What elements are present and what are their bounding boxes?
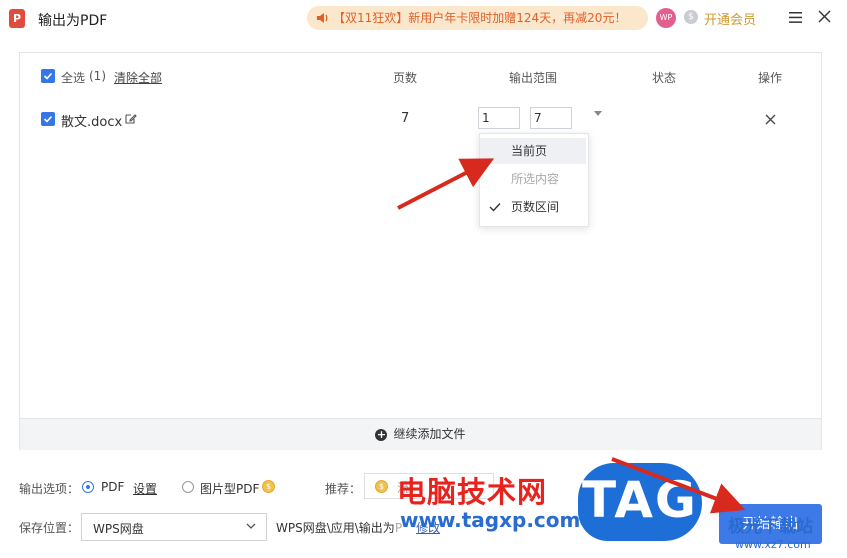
speaker-icon xyxy=(317,13,328,23)
corner-watermark-url: www.xz7.com xyxy=(735,538,811,551)
file-row-checkbox[interactable] xyxy=(41,112,55,126)
window-title: 输出为PDF xyxy=(38,13,108,29)
save-location-select[interactable]: WPS网盘 xyxy=(81,513,267,541)
select-all-checkbox[interactable] xyxy=(41,69,55,83)
dropdown-item-selection: 所选内容 xyxy=(511,172,560,186)
range-dropdown-menu: 当前页 所选内容 页数区间 xyxy=(479,133,589,227)
radio-pdf[interactable] xyxy=(82,481,94,493)
checkmark-icon xyxy=(43,72,53,80)
column-header-pages: 页数 xyxy=(393,71,418,85)
close-icon[interactable] xyxy=(818,10,831,23)
save-location-value: WPS网盘 xyxy=(93,522,144,536)
output-options-label: 输出选项： xyxy=(19,482,80,496)
title-bar: P 输出为PDF 【双11狂欢】新用户年卡限时加赠124天，再减20元！ WP … xyxy=(0,0,847,38)
range-to-input[interactable]: 7 xyxy=(530,107,572,129)
add-more-files-button[interactable]: + 继续添加文件 xyxy=(20,418,821,450)
watermark-text: 电脑技术网 xyxy=(397,475,548,509)
promo-text: 【双11狂欢】新用户年卡限时加赠124天，再减20元！ xyxy=(333,11,627,25)
select-all-count: (1) xyxy=(89,69,106,83)
vip-coin-icon: $ xyxy=(375,480,388,493)
plus-circle-icon: + xyxy=(375,427,388,441)
chevron-down-icon xyxy=(246,523,256,529)
file-page-count: 7 xyxy=(401,111,410,126)
file-list-panel: 全选 (1) 清除全部 页数 输出范围 状态 操作 散文.docx 7 1 7 … xyxy=(19,52,822,450)
vip-upgrade-link[interactable]: 开通会员 xyxy=(704,9,756,28)
file-name: 散文.docx xyxy=(61,115,123,130)
column-header-status: 状态 xyxy=(652,71,677,85)
checkmark-icon xyxy=(43,115,53,123)
tag-logo: TAG xyxy=(578,463,702,541)
vip-coin-icon: $ xyxy=(262,480,275,493)
settings-link[interactable]: 设置 xyxy=(133,480,157,497)
edit-icon[interactable] xyxy=(124,112,137,125)
corner-watermark-text: 极光下载站 xyxy=(728,517,813,537)
range-from-input[interactable]: 1 xyxy=(478,107,520,129)
radio-image-pdf[interactable] xyxy=(182,481,194,493)
watermark-url: www.tagxp.com xyxy=(400,508,581,532)
recommend-label: 推荐： xyxy=(325,482,362,496)
app-logo-icon: P xyxy=(9,9,25,28)
select-all-label[interactable]: 全选 xyxy=(61,69,85,86)
hamburger-icon[interactable] xyxy=(789,12,802,23)
clear-all-link[interactable]: 清除全部 xyxy=(114,69,162,86)
user-avatar[interactable]: WP xyxy=(656,8,676,28)
column-header-output-range: 输出范围 xyxy=(509,71,558,85)
column-header-actions: 操作 xyxy=(758,71,783,85)
add-more-files-label: 继续添加文件 xyxy=(393,427,466,441)
range-dropdown-arrow-icon[interactable] xyxy=(594,111,602,116)
image-pdf-option-label[interactable]: 图片型PDF xyxy=(200,480,259,497)
remove-file-icon[interactable] xyxy=(765,114,776,125)
dropdown-item-page-range[interactable]: 页数区间 xyxy=(480,194,586,220)
promo-banner[interactable]: 【双11狂欢】新用户年卡限时加赠124天，再减20元！ xyxy=(307,6,648,30)
pdf-option-label[interactable]: PDF xyxy=(101,480,124,494)
vip-coin-icon: $ xyxy=(684,10,698,24)
dropdown-item-current-page[interactable]: 当前页 xyxy=(480,138,586,164)
checkmark-icon xyxy=(489,203,501,212)
save-location-label: 保存位置： xyxy=(19,521,80,535)
